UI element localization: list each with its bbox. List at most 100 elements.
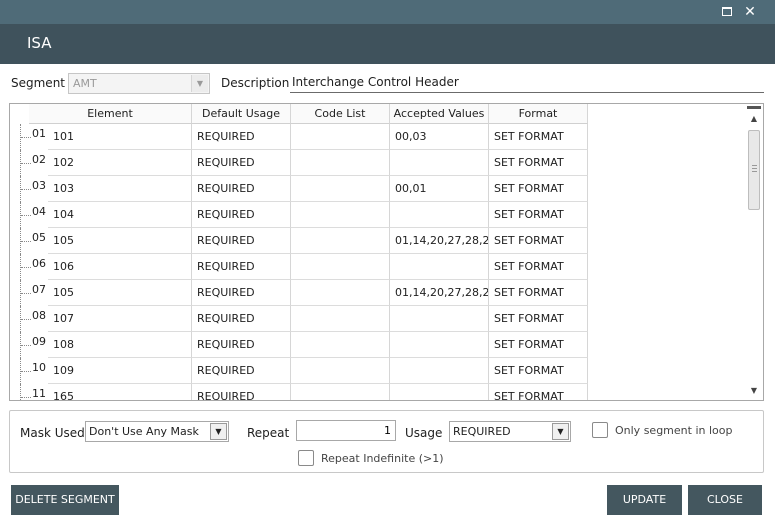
cell-default-usage[interactable]: REQUIRED xyxy=(192,332,291,358)
dialog-header: ISA xyxy=(0,24,775,64)
cell-format[interactable]: SET FORMAT xyxy=(489,124,588,150)
cell-default-usage[interactable]: REQUIRED xyxy=(192,254,291,280)
cell-code-list[interactable] xyxy=(291,384,390,400)
cell-format[interactable]: SET FORMAT xyxy=(489,228,588,254)
cell-element[interactable]: 165 xyxy=(48,384,192,400)
cell-accepted-values[interactable] xyxy=(390,384,489,400)
chevron-down-icon: ▼ xyxy=(191,75,208,92)
cell-code-list[interactable] xyxy=(291,306,390,332)
scrollbar-thumb[interactable] xyxy=(748,130,760,210)
cell-format[interactable]: SET FORMAT xyxy=(489,254,588,280)
cell-code-list[interactable] xyxy=(291,254,390,280)
cell-accepted-values[interactable]: 00,01 xyxy=(390,176,489,202)
cell-default-usage[interactable]: REQUIRED xyxy=(192,202,291,228)
tree-connector xyxy=(20,254,31,280)
tree-connector xyxy=(20,358,31,384)
table-row[interactable]: 04 104 REQUIRED SET FORMAT xyxy=(10,202,610,228)
cell-element[interactable]: 103 xyxy=(48,176,192,202)
cell-element[interactable]: 106 xyxy=(48,254,192,280)
description-input[interactable] xyxy=(290,72,764,93)
cell-code-list[interactable] xyxy=(291,176,390,202)
cell-format[interactable]: SET FORMAT xyxy=(489,358,588,384)
cell-accepted-values[interactable]: 01,14,20,27,28,2 xyxy=(390,228,489,254)
only-segment-in-loop-checkbox[interactable] xyxy=(592,422,608,438)
cell-element[interactable]: 105 xyxy=(48,280,192,306)
cell-element[interactable]: 105 xyxy=(48,228,192,254)
cell-default-usage[interactable]: REQUIRED xyxy=(192,280,291,306)
cell-default-usage[interactable]: REQUIRED xyxy=(192,150,291,176)
cell-accepted-values[interactable] xyxy=(390,332,489,358)
column-header-element[interactable]: Element xyxy=(29,104,192,124)
segment-label: Segment xyxy=(11,76,65,90)
cell-default-usage[interactable]: REQUIRED xyxy=(192,124,291,150)
maximize-icon[interactable] xyxy=(718,3,736,21)
tree-connector xyxy=(20,150,31,176)
usage-select[interactable]: REQUIRED ▼ xyxy=(449,421,571,442)
cell-accepted-values[interactable]: 00,03 xyxy=(390,124,489,150)
cell-format[interactable]: SET FORMAT xyxy=(489,332,588,358)
cell-default-usage[interactable]: REQUIRED xyxy=(192,176,291,202)
table-row[interactable]: 07 105 REQUIRED 01,14,20,27,28,2 SET FORMAT xyxy=(10,280,610,306)
cell-code-list[interactable] xyxy=(291,150,390,176)
table-row[interactable]: 01 101 REQUIRED 00,03 SET FORMAT xyxy=(10,124,610,150)
table-row[interactable]: 09 108 REQUIRED SET FORMAT xyxy=(10,332,610,358)
cell-element[interactable]: 109 xyxy=(48,358,192,384)
delete-segment-button[interactable]: DELETE SEGMENT xyxy=(11,485,119,515)
cell-accepted-values[interactable] xyxy=(390,150,489,176)
cell-format[interactable]: SET FORMAT xyxy=(489,384,588,400)
dialog-title: ISA xyxy=(27,34,52,52)
scroll-up-icon[interactable]: ▲ xyxy=(749,114,759,123)
cell-format[interactable]: SET FORMAT xyxy=(489,150,588,176)
cell-default-usage[interactable]: REQUIRED xyxy=(192,228,291,254)
cell-format[interactable]: SET FORMAT xyxy=(489,280,588,306)
vertical-scrollbar[interactable]: ▲ ▼ xyxy=(746,106,762,398)
cell-format[interactable]: SET FORMAT xyxy=(489,176,588,202)
table-row[interactable]: 10 109 REQUIRED SET FORMAT xyxy=(10,358,610,384)
repeat-label: Repeat xyxy=(247,426,290,440)
cell-code-list[interactable] xyxy=(291,124,390,150)
cell-default-usage[interactable]: REQUIRED xyxy=(192,358,291,384)
cell-format[interactable]: SET FORMAT xyxy=(489,202,588,228)
cell-code-list[interactable] xyxy=(291,332,390,358)
close-button[interactable]: CLOSE xyxy=(688,485,762,515)
table-row[interactable]: 03 103 REQUIRED 00,01 SET FORMAT xyxy=(10,176,610,202)
table-row[interactable]: 02 102 REQUIRED SET FORMAT xyxy=(10,150,610,176)
cell-format[interactable]: SET FORMAT xyxy=(489,306,588,332)
cell-element[interactable]: 101 xyxy=(48,124,192,150)
update-button[interactable]: UPDATE xyxy=(607,485,682,515)
column-header-code-list[interactable]: Code List xyxy=(291,104,390,124)
cell-code-list[interactable] xyxy=(291,202,390,228)
cell-default-usage[interactable]: REQUIRED xyxy=(192,384,291,400)
repeat-input[interactable] xyxy=(296,420,396,441)
scroll-down-icon[interactable]: ▼ xyxy=(749,386,759,395)
mask-used-select[interactable]: Don't Use Any Mask ▼ xyxy=(85,421,229,442)
column-header-accepted-values[interactable]: Accepted Values xyxy=(390,104,489,124)
column-header-default-usage[interactable]: Default Usage xyxy=(192,104,291,124)
cell-element[interactable]: 104 xyxy=(48,202,192,228)
table-row[interactable]: 11 165 REQUIRED SET FORMAT xyxy=(10,384,610,400)
cell-code-list[interactable] xyxy=(291,358,390,384)
cell-accepted-values[interactable] xyxy=(390,202,489,228)
chevron-down-icon: ▼ xyxy=(210,423,227,440)
close-icon[interactable]: ✕ xyxy=(741,3,759,21)
repeat-indefinite-label: Repeat Indefinite (>1) xyxy=(321,452,444,465)
cell-accepted-values[interactable] xyxy=(390,306,489,332)
table-row[interactable]: 06 106 REQUIRED SET FORMAT xyxy=(10,254,610,280)
cell-accepted-values[interactable]: 01,14,20,27,28,2 xyxy=(390,280,489,306)
cell-element[interactable]: 108 xyxy=(48,332,192,358)
repeat-indefinite-checkbox[interactable] xyxy=(298,450,314,466)
cell-default-usage[interactable]: REQUIRED xyxy=(192,306,291,332)
cell-code-list[interactable] xyxy=(291,228,390,254)
usage-value: REQUIRED xyxy=(453,425,511,438)
cell-code-list[interactable] xyxy=(291,280,390,306)
segment-select[interactable]: AMT ▼ xyxy=(68,73,210,94)
tree-connector xyxy=(20,280,31,306)
cell-element[interactable]: 102 xyxy=(48,150,192,176)
column-header-format[interactable]: Format xyxy=(489,104,588,124)
tree-connector xyxy=(20,202,31,228)
cell-accepted-values[interactable] xyxy=(390,358,489,384)
table-row[interactable]: 05 105 REQUIRED 01,14,20,27,28,2 SET FORMAT xyxy=(10,228,610,254)
cell-element[interactable]: 107 xyxy=(48,306,192,332)
table-row[interactable]: 08 107 REQUIRED SET FORMAT xyxy=(10,306,610,332)
cell-accepted-values[interactable] xyxy=(390,254,489,280)
